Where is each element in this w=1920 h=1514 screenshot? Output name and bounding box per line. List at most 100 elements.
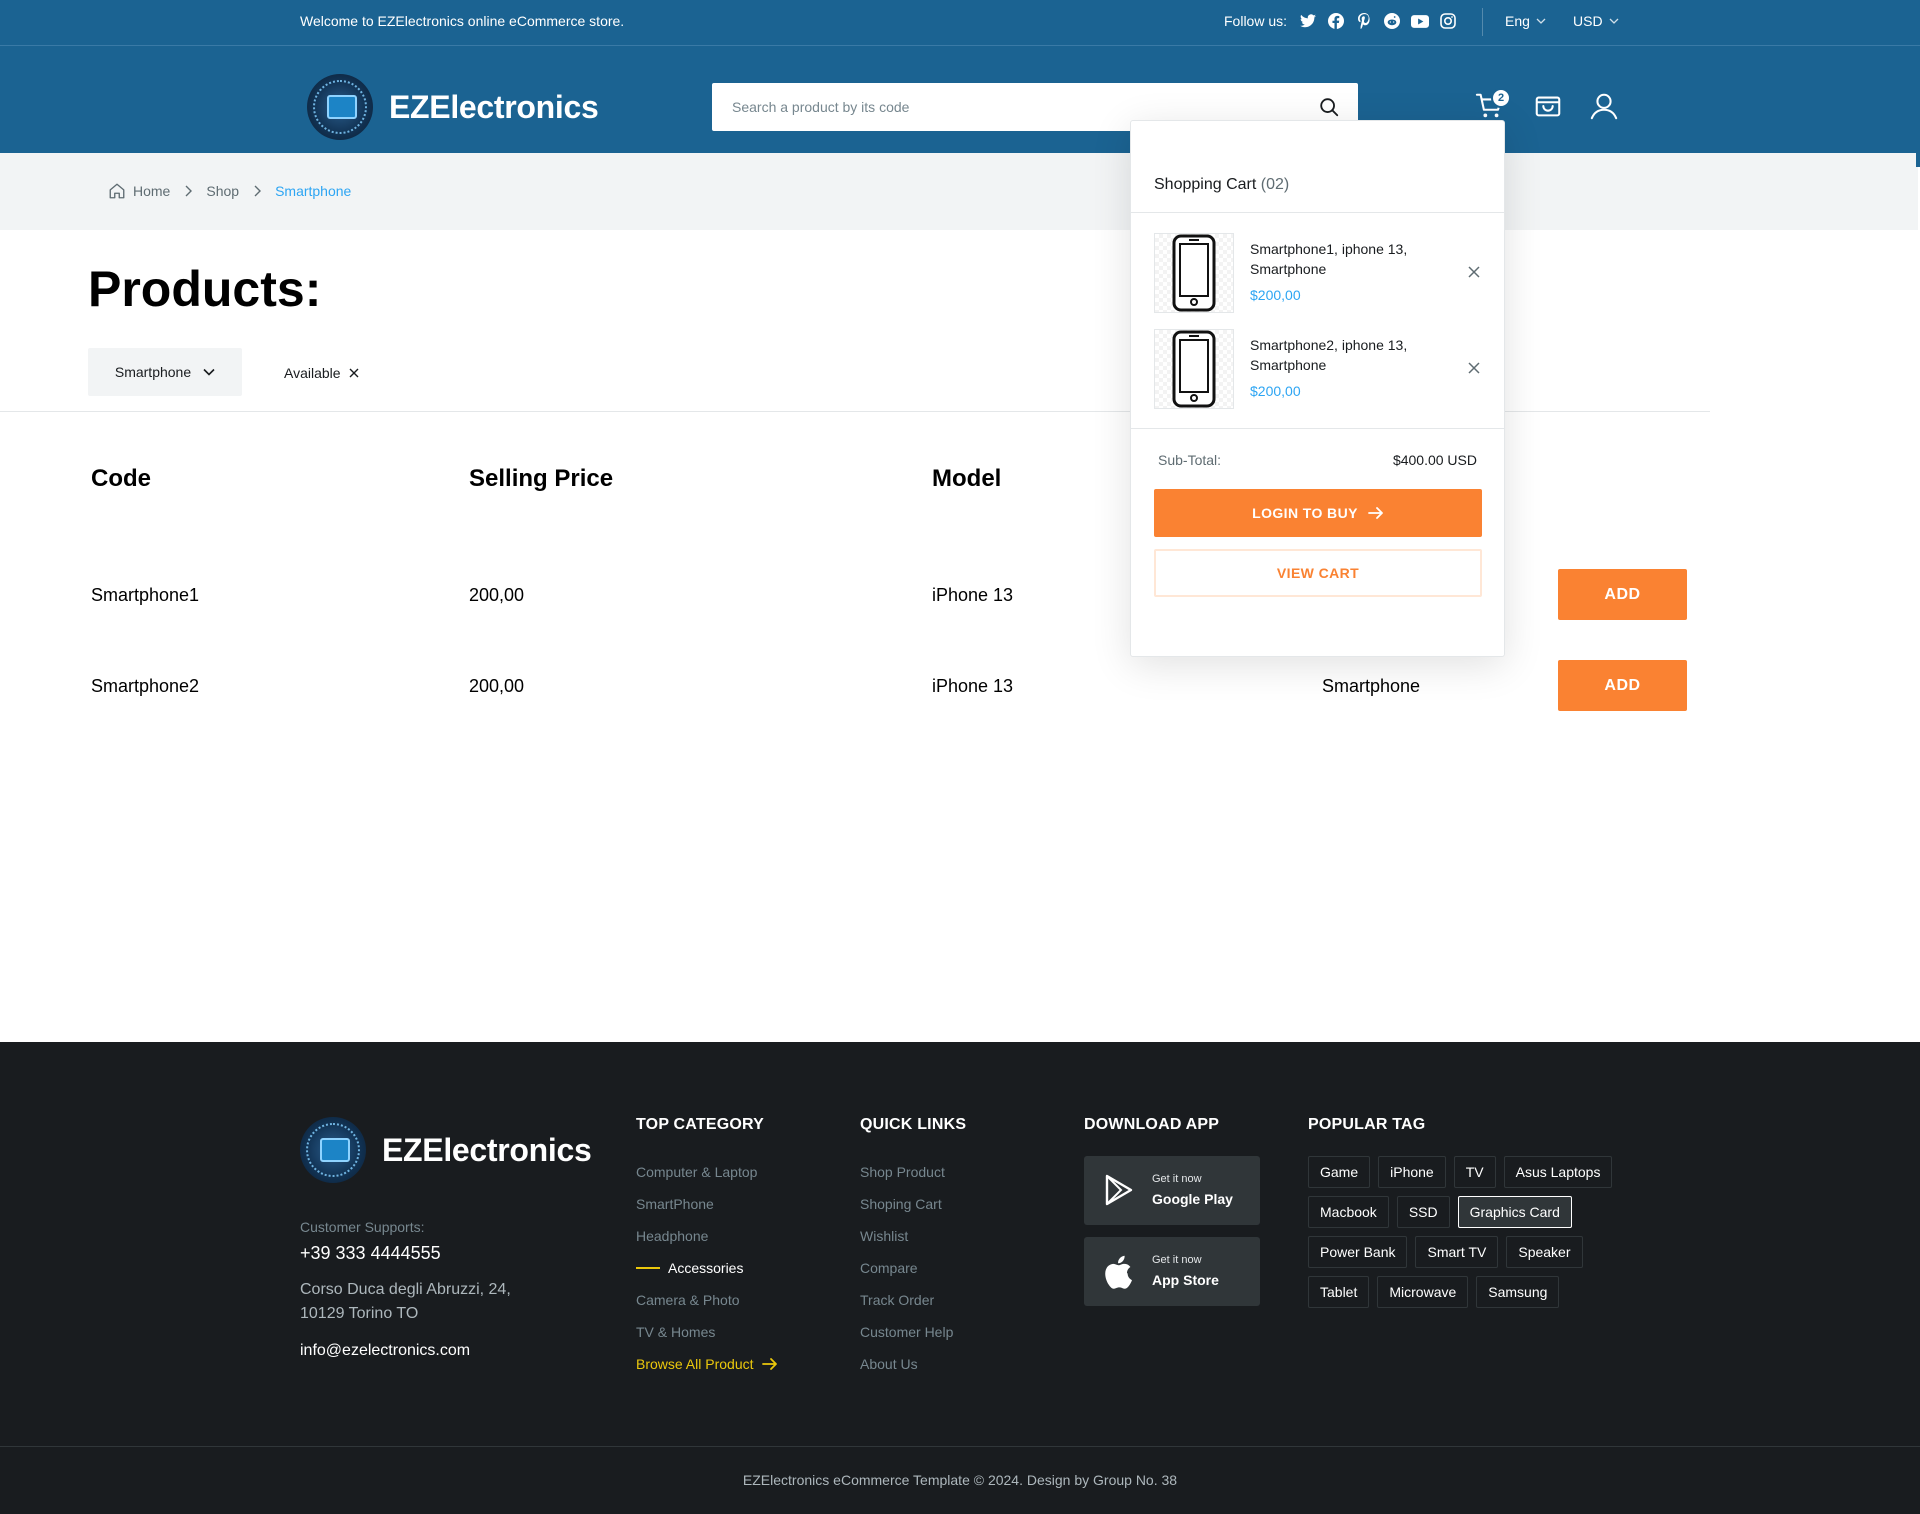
cart-item-name: Smartphone2, iphone 13, Smartphone [1250, 337, 1408, 373]
support-phone: +39 333 4444555 [300, 1243, 441, 1263]
active-marker [636, 1267, 660, 1269]
category-link-label: Accessories [668, 1260, 744, 1276]
add-to-cart-button[interactable]: ADD [1558, 569, 1687, 620]
tag[interactable]: Power Bank [1308, 1236, 1408, 1268]
tag[interactable]: iPhone [1378, 1156, 1446, 1188]
cart-title: Shopping Cart (02) [1154, 176, 1289, 194]
google-play-button[interactable]: Get it now Google Play [1084, 1156, 1260, 1225]
tag[interactable]: Smart TV [1415, 1236, 1499, 1268]
brand-name: EZElectronics [389, 88, 599, 125]
close-icon[interactable] [349, 368, 359, 378]
youtube-icon[interactable] [1411, 12, 1429, 30]
row-2-model: iPhone 13 [932, 676, 1014, 696]
reddit-icon[interactable] [1383, 12, 1401, 30]
follow-label: Follow us: [1224, 13, 1288, 29]
row-1-price: 200,00 [469, 585, 525, 605]
quick-link[interactable]: Compare [860, 1252, 953, 1284]
category-filter-value: Smartphone [114, 364, 192, 380]
quick-link[interactable]: Wishlist [860, 1220, 953, 1252]
welcome-text: Welcome to EZElectronics online eCommerc… [300, 13, 625, 29]
footer-brand-logo[interactable]: EZElectronics [300, 1117, 592, 1183]
quick-link[interactable]: About Us [860, 1348, 953, 1380]
tag[interactable]: TV [1453, 1156, 1496, 1188]
language-select[interactable]: Eng [1505, 13, 1546, 29]
store-address: Corso Duca degli Abruzzi, 24, 10129 Tori… [300, 1281, 511, 1322]
quick-link[interactable]: Shoping Cart [860, 1188, 953, 1220]
search-icon[interactable] [1318, 96, 1340, 123]
row-1-code: Smartphone1 [91, 585, 200, 605]
home-icon [109, 183, 125, 199]
divider [1131, 212, 1504, 213]
view-cart-button[interactable]: VIEW CART [1154, 549, 1482, 597]
google-play-small: Get it now [1152, 1173, 1202, 1185]
top-category-list: Computer & Laptop SmartPhone Headphone A… [636, 1156, 778, 1380]
tag[interactable]: Asus Laptops [1503, 1156, 1613, 1188]
tag[interactable]: Game [1308, 1156, 1371, 1188]
login-to-buy-label: LOGIN TO BUY [1252, 505, 1358, 521]
brand-logo[interactable]: EZElectronics [307, 74, 599, 140]
category-link[interactable]: Headphone [636, 1220, 778, 1252]
browse-all-label: Browse All Product [636, 1356, 754, 1372]
footer-brand-name: EZElectronics [382, 1131, 592, 1168]
scroll-indicator [1916, 153, 1920, 167]
language-value: Eng [1505, 13, 1530, 29]
instagram-icon[interactable] [1439, 12, 1457, 30]
app-store-button[interactable]: Get it now App Store [1084, 1237, 1260, 1306]
breadcrumb-shop[interactable]: Shop [206, 183, 239, 199]
cart-item[interactable]: Smartphone1, iphone 13, Smartphone $200,… [1154, 233, 1489, 313]
user-icon[interactable] [1588, 90, 1620, 122]
main-header: EZElectronics 2 [0, 46, 1920, 153]
subtotal-label: Sub-Total: [1158, 452, 1222, 468]
pinterest-icon[interactable] [1355, 12, 1373, 30]
smartphone-icon [1172, 234, 1216, 312]
cart-title-label: Shopping Cart [1154, 176, 1257, 193]
wishlist-icon[interactable] [1532, 90, 1564, 122]
cart-item-price: $200,00 [1250, 287, 1301, 303]
tag-selected[interactable]: Graphics Card [1457, 1196, 1572, 1228]
quick-link[interactable]: Track Order [860, 1284, 953, 1316]
tag[interactable]: Tablet [1308, 1276, 1370, 1308]
product-thumbnail [1154, 233, 1234, 313]
category-link[interactable]: Camera & Photo [636, 1284, 778, 1316]
category-link-active[interactable]: Accessories [636, 1252, 778, 1284]
cart-item-count: (02) [1260, 176, 1290, 193]
support-email[interactable]: info@ezelectronics.com [300, 1342, 470, 1360]
cart-dropdown: Shopping Cart (02) Smartphone1, iphone 1… [1130, 120, 1505, 657]
tag[interactable]: Samsung [1476, 1276, 1560, 1308]
remove-item-icon[interactable] [1467, 361, 1481, 375]
google-play-icon [1105, 1174, 1133, 1206]
login-to-buy-button[interactable]: LOGIN TO BUY [1154, 489, 1482, 537]
quick-link[interactable]: Shop Product [860, 1156, 953, 1188]
remove-item-icon[interactable] [1467, 265, 1481, 279]
twitter-icon[interactable] [1299, 12, 1317, 30]
row-2-code: Smartphone2 [91, 676, 200, 696]
breadcrumb-home[interactable]: Home [108, 182, 170, 200]
tag[interactable]: Speaker [1506, 1236, 1583, 1268]
arrow-right-icon [1367, 507, 1383, 519]
category-link[interactable]: TV & Homes [636, 1316, 778, 1348]
category-filter-dropdown[interactable]: Smartphone [88, 348, 242, 396]
availability-chip: Available [284, 365, 359, 381]
column-header-model: Model [932, 465, 1002, 492]
column-header-code: Code [91, 465, 151, 492]
cart-count-badge: 2 [1491, 88, 1511, 108]
tag[interactable]: Microwave [1377, 1276, 1469, 1308]
popular-tag-list: Game iPhone TV Asus Laptops Macbook SSD … [1308, 1156, 1638, 1308]
chevron-right-icon [253, 185, 262, 197]
quick-links-list: Shop Product Shoping Cart Wishlist Compa… [860, 1156, 953, 1380]
column-header-price: Selling Price [469, 465, 614, 492]
facebook-icon[interactable] [1327, 12, 1345, 30]
row-2-price: 200,00 [469, 676, 525, 696]
currency-select[interactable]: USD [1573, 13, 1619, 29]
tag[interactable]: SSD [1396, 1196, 1450, 1228]
browse-all-link[interactable]: Browse All Product [636, 1348, 778, 1380]
copyright-text: EZElectronics eCommerce Template © 2024.… [742, 1472, 1178, 1488]
quick-link[interactable]: Customer Help [860, 1316, 953, 1348]
add-to-cart-button[interactable]: ADD [1558, 660, 1687, 711]
tag[interactable]: Macbook [1308, 1196, 1389, 1228]
category-link[interactable]: SmartPhone [636, 1188, 778, 1220]
category-link[interactable]: Computer & Laptop [636, 1156, 778, 1188]
cart-item[interactable]: Smartphone2, iphone 13, Smartphone $200,… [1154, 329, 1489, 409]
page-title: Products: [88, 261, 322, 317]
currency-value: USD [1573, 13, 1603, 29]
